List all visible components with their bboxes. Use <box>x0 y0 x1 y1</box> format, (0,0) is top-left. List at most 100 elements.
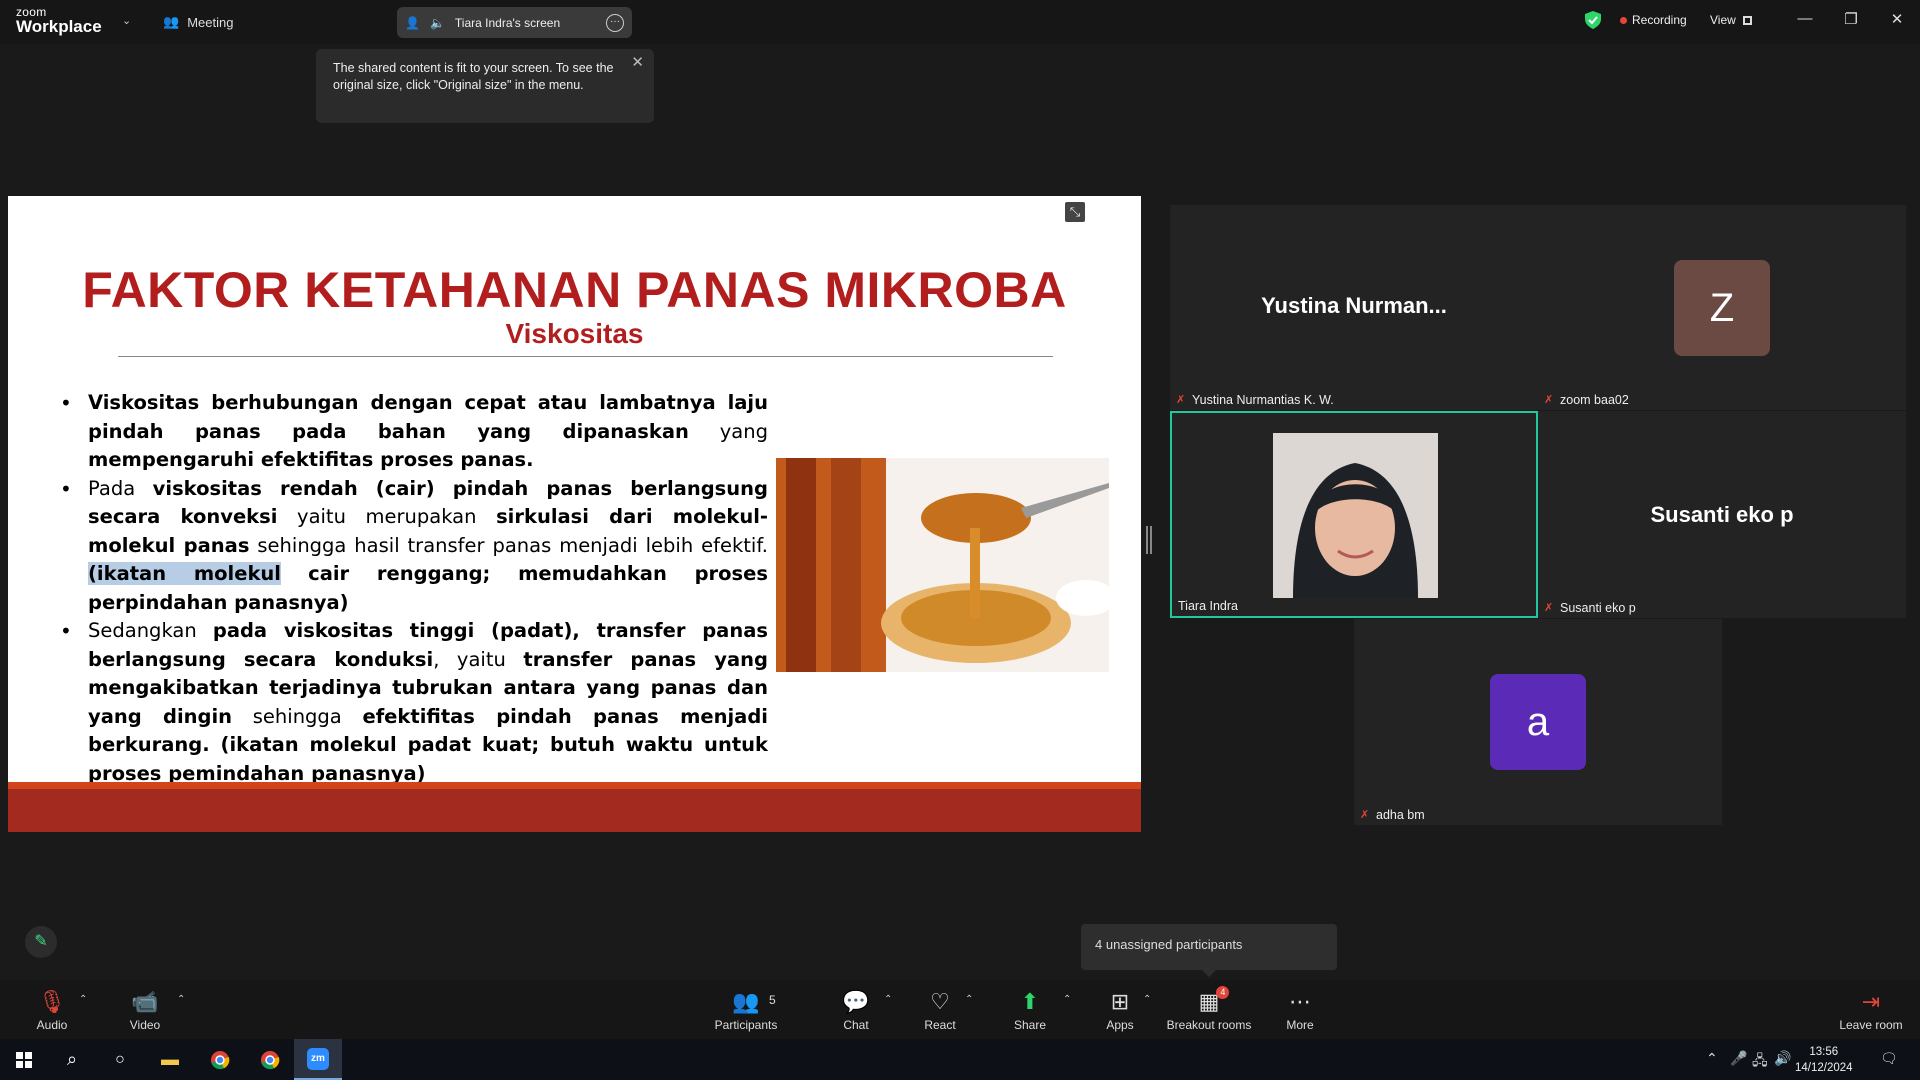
minimize-button[interactable]: — <box>1795 10 1815 27</box>
participants-count: 5 <box>769 993 776 1007</box>
more-button[interactable]: ⋯ More <box>1280 980 1320 1039</box>
mic-muted-icon: 🎙 <box>38 989 66 1014</box>
heart-icon: ♡ <box>930 989 950 1014</box>
chat-options-caret[interactable]: ⌃ <box>884 994 892 1005</box>
slide-divider <box>118 356 1053 357</box>
video-options-caret[interactable]: ⌃ <box>177 994 185 1005</box>
resize-handle[interactable] <box>1146 526 1152 554</box>
more-icon: ⋯ <box>1289 989 1311 1014</box>
avatar-letter: Z <box>1709 286 1735 330</box>
apps-button[interactable]: ⊞ Apps <box>1100 980 1140 1039</box>
windows-taskbar: ⌕ ○ ▬ zm ⌃ 🎤 🖧 🔊 13:56 14/12/2024 🗨 <box>0 1039 1920 1080</box>
share-options-caret[interactable]: ⌃ <box>1063 994 1071 1005</box>
meeting-menu[interactable]: 👥 Meeting <box>163 14 233 30</box>
chevron-down-icon[interactable]: ⌄ <box>122 14 131 27</box>
leave-room-button[interactable]: ⇥ Leave room <box>1836 980 1906 1039</box>
record-dot-icon <box>1620 16 1627 24</box>
participant-name: Susanti eko p <box>1650 502 1794 527</box>
people-icon: 👥 <box>163 14 180 29</box>
search-icon[interactable]: ⌕ <box>48 1039 96 1080</box>
participant-name-tag: ✗ adha bm <box>1360 808 1425 822</box>
screen-share-pill[interactable]: 👤 🔈 Tiara Indra's screen ··· <box>397 7 632 38</box>
apps-options-caret[interactable]: ⌃ <box>1143 994 1151 1005</box>
apps-label: Apps <box>1106 1018 1134 1032</box>
chat-label: Chat <box>843 1018 869 1032</box>
zoom-taskbar-icon[interactable]: zm <box>294 1039 342 1080</box>
camera-off-icon: 📹 <box>131 989 159 1014</box>
participant-tile-adha[interactable]: a ✗ adha bm <box>1354 619 1722 825</box>
network-icon[interactable]: 🖧 <box>1752 1050 1768 1074</box>
meeting-label: Meeting <box>187 14 234 30</box>
file-explorer-icon[interactable]: ▬ <box>146 1039 194 1080</box>
participant-tag-label: Tiara Indra <box>1178 599 1238 613</box>
tray-expand-icon[interactable]: ⌃ <box>1706 1050 1718 1067</box>
shared-screen[interactable]: ⤡ FAKTOR KETAHANAN PANAS MIKROBA Viskosi… <box>8 196 1141 832</box>
volume-icon[interactable]: 🔊 <box>1774 1050 1791 1067</box>
user-avatar-icon: 👤 <box>405 15 420 30</box>
chrome-profile-icon[interactable] <box>246 1039 294 1080</box>
unassigned-participants-popup[interactable]: 4 unassigned participants <box>1081 924 1337 977</box>
react-options-caret[interactable]: ⌃ <box>965 994 973 1005</box>
participant-tile-zoom-baa02[interactable]: Z ✗ zoom baa02 <box>1538 205 1906 410</box>
microphone-tray-icon[interactable]: 🎤 <box>1730 1050 1747 1067</box>
restore-button[interactable]: ❐ <box>1841 10 1861 28</box>
avatar-letter: a <box>1526 700 1550 744</box>
meeting-toolbar: 🎙 Audio ⌃ 📹 Video ⌃ 👥 5 Participants 💬 Ch… <box>0 980 1920 1039</box>
audio-label: Audio <box>36 1018 68 1032</box>
speaker-icon: 🔈 <box>429 15 445 30</box>
exit-fullscreen-icon[interactable]: ⤡ <box>1065 202 1085 222</box>
apps-icon: ⊞ <box>1110 989 1130 1014</box>
view-label: View <box>1710 13 1736 27</box>
participant-name: Yustina Nurman... <box>1261 293 1447 318</box>
react-label: React <box>924 1018 956 1032</box>
participant-name-tag: ✗ Yustina Nurmantias K. W. <box>1176 393 1334 407</box>
slide-title: FAKTOR KETAHANAN PANAS MIKROBA <box>82 262 1067 318</box>
participant-tile-yustina[interactable]: Yustina Nurman... ✗ Yustina Nurmantias K… <box>1170 205 1538 410</box>
audio-options-caret[interactable]: ⌃ <box>79 994 87 1005</box>
avatar: Z <box>1674 260 1770 356</box>
shield-icon[interactable] <box>1585 11 1601 29</box>
bullet-1: Viskositas berhubungan dengan cepat atau… <box>48 389 768 475</box>
mic-off-icon: ✗ <box>1360 809 1370 821</box>
participant-tile-susanti[interactable]: Susanti eko p ✗ Susanti eko p <box>1538 411 1906 618</box>
clock-date: 14/12/2024 <box>1795 1062 1853 1074</box>
unassigned-label: 4 unassigned participants <box>1095 937 1243 952</box>
share-button[interactable]: ⬆ Share <box>1010 980 1050 1039</box>
close-icon[interactable]: ✕ <box>631 54 644 71</box>
windows-start-icon[interactable] <box>0 1039 48 1080</box>
leave-room-icon: ⇥ <box>1861 989 1881 1014</box>
taskbar-clock[interactable]: 13:56 14/12/2024 <box>1795 1044 1853 1076</box>
annotate-pencil-icon[interactable]: ✎ <box>25 926 57 958</box>
chat-icon: 💬 <box>842 989 870 1014</box>
breakout-rooms-button[interactable]: ▦ 4 Breakout rooms <box>1166 980 1252 1039</box>
video-button[interactable]: 📹 Video <box>120 980 170 1039</box>
audio-button[interactable]: 🎙 Audio <box>28 980 76 1039</box>
avatar: a <box>1490 674 1586 770</box>
bullet-3: Sedangkan pada viskositas tinggi (padat)… <box>48 617 768 788</box>
notification-icon[interactable]: 🗨 <box>1880 1050 1898 1067</box>
recording-indicator[interactable]: Recording <box>1620 13 1687 27</box>
cortana-icon[interactable]: ○ <box>96 1039 144 1080</box>
leave-label: Leave room <box>1839 1018 1903 1032</box>
react-button[interactable]: ♡ React <box>920 980 960 1039</box>
participant-tag-label: zoom baa02 <box>1560 393 1629 407</box>
participant-tag-label: Susanti eko p <box>1560 601 1636 615</box>
breakout-badge: 4 <box>1216 986 1230 999</box>
share-pill-label: Tiara Indra's screen <box>454 15 561 30</box>
participant-tag-label: adha bm <box>1376 808 1425 822</box>
bullet-2: Pada viskositas rendah (cair) pindah pan… <box>48 475 768 618</box>
video-label: Video <box>129 1018 161 1032</box>
participants-button[interactable]: 👥 5 Participants <box>710 980 782 1039</box>
more-options-icon[interactable]: ··· <box>606 13 624 32</box>
close-window-button[interactable]: ✕ <box>1887 10 1907 28</box>
breakout-label: Breakout rooms <box>1166 1018 1252 1032</box>
chrome-icon[interactable] <box>196 1039 244 1080</box>
zoom-logo[interactable]: zoom Workplace <box>16 6 102 35</box>
mic-off-icon: ✗ <box>1176 394 1186 406</box>
recording-label: Recording <box>1632 13 1687 27</box>
participant-tile-tiara[interactable]: Tiara Indra <box>1170 411 1538 618</box>
view-button[interactable]: View <box>1710 13 1752 27</box>
slide-footer-stripe <box>8 782 1141 789</box>
chat-button[interactable]: 💬 Chat <box>836 980 876 1039</box>
participant-tag-label: Yustina Nurmantias K. W. <box>1192 393 1334 407</box>
